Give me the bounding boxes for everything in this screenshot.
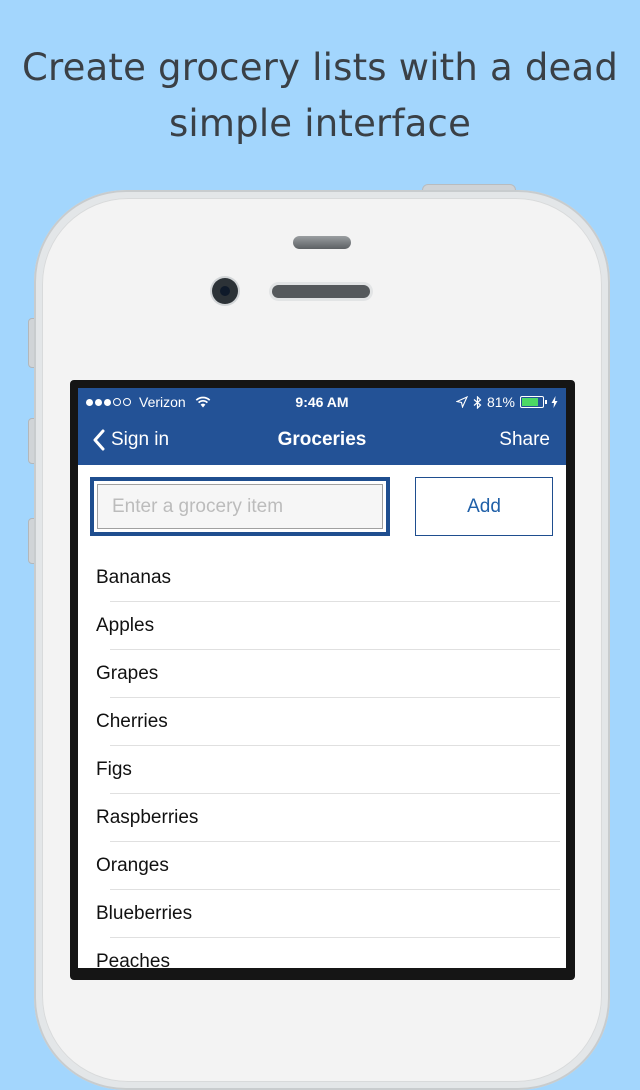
grocery-list-item[interactable]: Bananas <box>78 554 566 602</box>
grocery-list-item[interactable]: Grapes <box>78 650 566 698</box>
grocery-list-item[interactable]: Blueberries <box>78 890 566 938</box>
navigation-header: Verizon 9:46 AM 81% Sign in Groceries Sh… <box>78 388 566 465</box>
battery-icon <box>520 396 547 408</box>
grocery-input-container <box>90 477 390 536</box>
status-right: 81% <box>455 392 558 412</box>
grocery-list: Bananas Apples Grapes Cherries Figs Raspberri… <box>78 554 566 968</box>
grocery-list-item[interactable]: Oranges <box>78 842 566 890</box>
grocery-list-item[interactable]: Figs <box>78 746 566 794</box>
app-screen: Verizon 9:46 AM 81% Sign in Groceries Sh… <box>78 388 566 968</box>
battery-percentage: 81% <box>486 394 515 410</box>
bluetooth-icon <box>473 395 482 409</box>
battery-tip <box>545 400 547 404</box>
grocery-list-item[interactable]: Apples <box>78 602 566 650</box>
front-camera <box>212 278 238 304</box>
status-bar: Verizon 9:46 AM 81% <box>78 392 566 412</box>
proximity-sensor <box>293 236 351 249</box>
grocery-list-item[interactable]: Raspberries <box>78 794 566 842</box>
headline-line-1: Create grocery lists with a dead <box>21 46 619 89</box>
page-title: Groceries <box>277 429 367 450</box>
share-button[interactable]: Share <box>499 426 550 454</box>
grocery-item-input[interactable] <box>98 485 382 528</box>
earpiece-speaker <box>272 285 370 298</box>
grocery-input-box <box>97 484 383 529</box>
charging-bolt-icon <box>551 396 558 408</box>
battery-level <box>522 398 538 406</box>
grocery-list-item[interactable]: Cherries <box>78 698 566 746</box>
grocery-list-item[interactable]: Peaches <box>78 938 566 968</box>
headline-line-2: simple interface <box>168 102 472 145</box>
add-button[interactable]: Add <box>415 477 553 536</box>
headline: Create grocery lists with a dead simple … <box>0 40 640 152</box>
location-arrow-icon <box>455 396 468 408</box>
